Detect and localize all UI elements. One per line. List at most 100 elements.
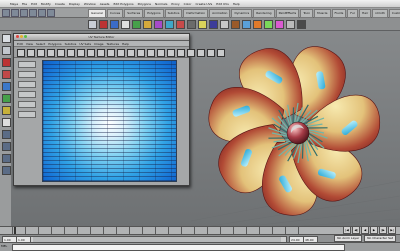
- rotate-ccw-icon[interactable]: [37, 49, 45, 57]
- shelf-tool-icon[interactable]: [253, 20, 262, 29]
- menu-polygons[interactable]: Polygons: [138, 2, 151, 6]
- play-forward-icon[interactable]: ▶: [370, 226, 378, 234]
- go-to-end-icon[interactable]: ▶|: [388, 226, 396, 234]
- shelf-tool-icon[interactable]: [165, 20, 174, 29]
- step-forward-key-icon[interactable]: |▶: [379, 226, 387, 234]
- shelf-tool-icon[interactable]: [297, 20, 306, 29]
- menu-normals[interactable]: Normals: [155, 2, 167, 6]
- character-set-menu[interactable]: No Character Set: [364, 235, 396, 242]
- persp-outliner-layout-icon[interactable]: [2, 154, 11, 163]
- menu-modify[interactable]: Modify: [41, 2, 51, 6]
- shelf-tool-icon[interactable]: [220, 20, 229, 29]
- shelf-tab-ncloth[interactable]: nCloth: [372, 9, 388, 18]
- shelf-tool-icon[interactable]: [88, 20, 97, 29]
- shelf-tool-icon[interactable]: [275, 20, 284, 29]
- rgb-channel-icon[interactable]: [187, 49, 195, 57]
- shelf-tab-fluids[interactable]: Fluids: [332, 9, 347, 18]
- four-view-layout-icon[interactable]: [2, 142, 11, 151]
- shelf-tab-custom[interactable]: Custom: [389, 9, 400, 18]
- uv-canvas[interactable]: [42, 60, 177, 182]
- shelf-tab-animation[interactable]: Animation: [209, 9, 230, 18]
- shelf-tab-painteffects[interactable]: PaintEffects: [276, 9, 300, 18]
- new-scene-icon[interactable]: [2, 9, 10, 17]
- shelf-tool-icon[interactable]: [110, 20, 119, 29]
- side-tool-1[interactable]: [18, 61, 36, 68]
- shelf-tab-toon[interactable]: Toon: [300, 9, 313, 18]
- dim-image-icon[interactable]: [137, 49, 145, 57]
- shelf-tool-icon[interactable]: [242, 20, 251, 29]
- editor-menu-select[interactable]: Select: [36, 42, 45, 46]
- editor-titlebar[interactable]: UV Texture Editor: [14, 34, 189, 41]
- shelf-tab-curves[interactable]: Curves: [107, 9, 123, 18]
- shelf-tab-hair[interactable]: Hair: [359, 9, 371, 18]
- select-hierarchy-icon[interactable]: [29, 9, 37, 17]
- pixel-snap-icon[interactable]: [157, 49, 165, 57]
- menu-assets[interactable]: Assets: [100, 2, 110, 6]
- play-backward-icon[interactable]: ◀: [361, 226, 369, 234]
- shelf-tab-general[interactable]: General: [88, 9, 106, 18]
- shelf-tab-dynamics[interactable]: Dynamics: [231, 9, 252, 18]
- editor-menu-edit[interactable]: Edit: [17, 42, 23, 46]
- view-grid-icon[interactable]: [147, 49, 155, 57]
- menu-edit-polygons[interactable]: Edit Polygons: [113, 2, 133, 6]
- sew-uv-icon[interactable]: [67, 49, 75, 57]
- shelf-tool-icon[interactable]: [143, 20, 152, 29]
- menu-window[interactable]: Window: [84, 2, 96, 6]
- go-to-start-icon[interactable]: |◀: [343, 226, 351, 234]
- menu-create[interactable]: Create: [55, 2, 65, 6]
- layout-uv-icon[interactable]: [77, 49, 85, 57]
- unfold-uv-icon[interactable]: [87, 49, 95, 57]
- shelf-tool-icon[interactable]: [231, 20, 240, 29]
- select-tool-icon[interactable]: [2, 34, 11, 43]
- side-tool-4[interactable]: [18, 91, 36, 98]
- shelf-tool-icon[interactable]: [209, 20, 218, 29]
- shelf-tool-icon[interactable]: [99, 20, 108, 29]
- shelf-tab-deformation[interactable]: Deformation: [183, 9, 208, 18]
- shelf-tab-fur[interactable]: Fur: [347, 9, 358, 18]
- editor-menu-view[interactable]: View: [26, 42, 33, 46]
- editor-menu-uv-sets[interactable]: UV Sets: [79, 42, 91, 46]
- persp-graph-layout-icon[interactable]: [2, 166, 11, 175]
- display-image-icon[interactable]: [127, 49, 135, 57]
- shelf-tool-icon[interactable]: [187, 20, 196, 29]
- gamma-icon[interactable]: [217, 49, 225, 57]
- menu-create-uvs[interactable]: Create UVs: [195, 2, 212, 6]
- menu-display[interactable]: Display: [69, 2, 80, 6]
- lasso-tool-icon[interactable]: [2, 46, 11, 55]
- shelf-tool-icon[interactable]: [198, 20, 207, 29]
- shelf-tab-subdivs[interactable]: Subdivs: [165, 9, 183, 18]
- editor-menu-subdivs[interactable]: Subdivs: [65, 42, 77, 46]
- menu-file[interactable]: File: [22, 2, 27, 6]
- shade-uv-icon[interactable]: [167, 49, 175, 57]
- open-scene-icon[interactable]: [11, 9, 19, 17]
- menu-edit-uvs[interactable]: Edit UVs: [216, 2, 229, 6]
- menu-help[interactable]: Help: [233, 2, 240, 6]
- shelf-tab-rendering[interactable]: Rendering: [253, 9, 274, 18]
- rotate-cw-icon[interactable]: [47, 49, 55, 57]
- editor-menu-image[interactable]: Image: [94, 42, 103, 46]
- side-tool-2[interactable]: [18, 71, 36, 78]
- snap-icon[interactable]: [107, 49, 115, 57]
- flip-u-icon[interactable]: [17, 49, 25, 57]
- select-object-icon[interactable]: [38, 9, 46, 17]
- menu-proxy[interactable]: Proxy: [171, 2, 179, 6]
- grid-uv-icon[interactable]: [97, 49, 105, 57]
- shelf-tab-polygons[interactable]: Polygons: [144, 9, 163, 18]
- checker-icon[interactable]: [177, 49, 185, 57]
- menu-edit[interactable]: Edit: [31, 2, 37, 6]
- shelf-tool-icon[interactable]: [176, 20, 185, 29]
- paint-select-icon[interactable]: [2, 58, 11, 67]
- flip-v-icon[interactable]: [27, 49, 35, 57]
- menu-maya[interactable]: Maya: [10, 2, 18, 6]
- side-tool-3[interactable]: [18, 81, 36, 88]
- editor-menu-help[interactable]: Help: [122, 42, 129, 46]
- alpha-channel-icon[interactable]: [197, 49, 205, 57]
- rotate-tool-icon[interactable]: [2, 82, 11, 91]
- anim-layer-menu[interactable]: No Anim Layer: [334, 235, 362, 242]
- step-back-key-icon[interactable]: ◀|: [352, 226, 360, 234]
- shelf-tool-icon[interactable]: [264, 20, 273, 29]
- shelf-tab-surfaces[interactable]: Surfaces: [124, 9, 143, 18]
- side-tool-6[interactable]: [18, 111, 36, 118]
- side-tool-5[interactable]: [18, 101, 36, 108]
- shelf-tool-icon[interactable]: [154, 20, 163, 29]
